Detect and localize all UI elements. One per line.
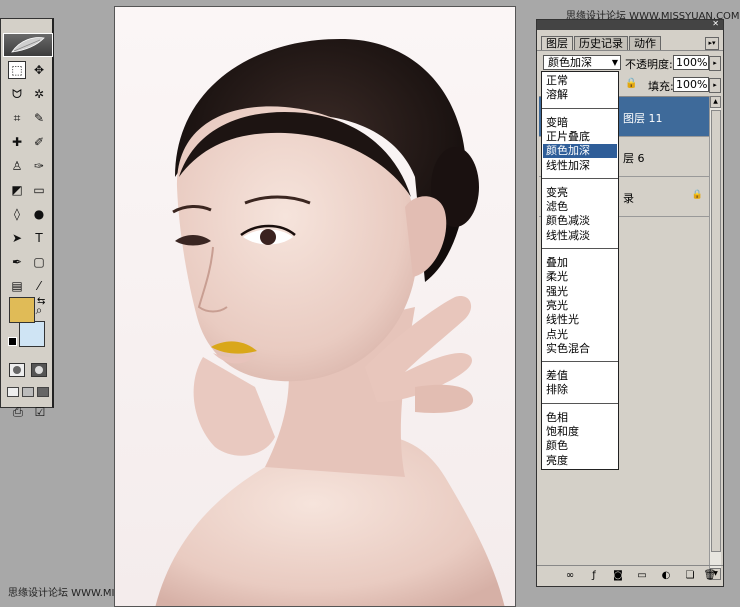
blend-mode-option[interactable]: 亮光 xyxy=(543,299,617,313)
blend-mode-option[interactable]: 亮度 xyxy=(543,454,617,468)
edit-in-imageready-icon[interactable]: ☑ xyxy=(31,403,49,421)
layer-mask-icon[interactable]: ◙ xyxy=(611,569,625,582)
quick-mask-mode-icon[interactable] xyxy=(31,363,47,377)
panel-tabs: 图层 历史记录 动作 xyxy=(541,36,662,51)
fill-label: 填充: xyxy=(648,80,674,93)
opacity-input[interactable]: 100% xyxy=(673,55,709,70)
blend-mode-option[interactable]: 强光 xyxy=(543,285,617,299)
toolbox: ⬚✥ᗢ✲⌗✎✚✐♙✑◩▭◊●➤T✒▢▤⁄✋⌕ ⇆ ⎙ ☑ xyxy=(0,18,54,420)
clone-stamp-tool-icon[interactable]: ♙ xyxy=(8,157,26,175)
blend-mode-option[interactable]: 饱和度 xyxy=(543,425,617,439)
close-icon[interactable]: ✕ xyxy=(712,19,719,28)
blend-mode-option[interactable]: 色相 xyxy=(543,411,617,425)
blend-mode-option[interactable]: 实色混合 xyxy=(543,342,617,356)
lock-all-icon[interactable]: 🔒 xyxy=(625,78,637,89)
blend-mode-option[interactable]: 颜色 xyxy=(543,439,617,453)
blend-mode-select[interactable]: 颜色加深 ▼ xyxy=(543,55,621,70)
scroll-thumb[interactable] xyxy=(711,110,721,552)
panel-titlebar[interactable]: ✕ xyxy=(537,19,723,30)
full-screen-mode-icon[interactable] xyxy=(37,387,49,397)
new-group-icon[interactable]: ▭ xyxy=(635,569,649,582)
layers-scrollbar[interactable]: ▲ ▼ xyxy=(709,96,721,580)
divider xyxy=(537,50,723,51)
blend-mode-option[interactable]: 正片叠底 xyxy=(543,130,617,144)
swap-colors-icon[interactable]: ⇆ xyxy=(37,296,45,307)
layer-name: 录 xyxy=(623,192,634,205)
portrait-photo xyxy=(115,7,515,606)
type-tool-icon[interactable]: T xyxy=(30,229,48,247)
chevron-down-icon: ▼ xyxy=(611,58,618,67)
blend-mode-option[interactable]: 变暗 xyxy=(543,116,617,130)
move-tool-icon[interactable]: ✥ xyxy=(30,61,48,79)
new-layer-icon[interactable]: ❏ xyxy=(683,569,697,582)
blend-mode-value: 颜色加深 xyxy=(548,56,592,69)
photoshop-logo[interactable] xyxy=(3,33,53,57)
panel-menu-button[interactable]: ▸▾ xyxy=(705,37,719,50)
dodge-tool-icon[interactable]: ● xyxy=(30,205,48,223)
standard-screen-mode-icon[interactable] xyxy=(7,387,19,397)
marquee-tool-icon[interactable]: ⬚ xyxy=(8,61,26,79)
blend-mode-option[interactable]: 溶解 xyxy=(543,88,617,102)
brush-tool-icon[interactable]: ✐ xyxy=(30,133,48,151)
blend-mode-option[interactable]: 叠加 xyxy=(543,256,617,270)
pen-tool-icon[interactable]: ✒ xyxy=(8,253,26,271)
blend-mode-option[interactable]: 线性光 xyxy=(543,313,617,327)
blend-mode-option[interactable]: 颜色减淡 xyxy=(543,214,617,228)
notes-tool-icon[interactable]: ▤ xyxy=(8,277,26,295)
magic-wand-tool-icon[interactable]: ✲ xyxy=(30,85,48,103)
tab-history[interactable]: 历史记录 xyxy=(574,36,628,51)
blur-tool-icon[interactable]: ◊ xyxy=(8,205,26,223)
menu-separator xyxy=(542,403,618,404)
blend-mode-option[interactable]: 差值 xyxy=(543,369,617,383)
menu-separator xyxy=(542,178,618,179)
path-selection-tool-icon[interactable]: ➤ xyxy=(8,229,26,247)
eraser-tool-icon[interactable]: ◩ xyxy=(8,181,26,199)
layer-name: 图层 11 xyxy=(623,112,663,125)
standard-mode-icon[interactable] xyxy=(9,363,25,377)
gradient-tool-icon[interactable]: ▭ xyxy=(30,181,48,199)
full-screen-menu-mode-icon[interactable] xyxy=(22,387,34,397)
jump-to-imageready-icon[interactable]: ⎙ xyxy=(9,403,27,421)
opacity-slider-button[interactable]: ▸ xyxy=(709,56,721,71)
fill-input[interactable]: 100% xyxy=(673,77,709,92)
blend-mode-option[interactable]: 变亮 xyxy=(543,186,617,200)
document-canvas[interactable] xyxy=(114,6,516,607)
lasso-tool-icon[interactable]: ᗢ xyxy=(8,85,26,103)
foreground-color-swatch[interactable] xyxy=(9,297,35,323)
blend-mode-option[interactable]: 点光 xyxy=(543,328,617,342)
menu-separator xyxy=(542,361,618,362)
background-color-swatch[interactable] xyxy=(19,321,45,347)
blend-mode-option[interactable]: 柔光 xyxy=(543,270,617,284)
lock-icon: 🔒 xyxy=(691,190,703,200)
blend-mode-option[interactable]: 滤色 xyxy=(543,200,617,214)
layer-name: 层 6 xyxy=(623,152,645,165)
fill-slider-button[interactable]: ▸ xyxy=(709,78,721,93)
link-layers-icon[interactable]: ∞ xyxy=(563,569,577,582)
blend-mode-option[interactable]: 线性减淡 xyxy=(543,229,617,243)
blend-mode-dropdown: 正常 溶解变暗 正片叠底 颜色加深 线性加深变亮 滤色 颜色减淡 线性减淡叠加 柔光 强光 亮光 线性… xyxy=(541,71,619,470)
delete-layer-icon[interactable]: 🗑 xyxy=(703,569,717,582)
default-colors-icon[interactable] xyxy=(8,337,17,346)
healing-brush-tool-icon[interactable]: ✚ xyxy=(8,133,26,151)
scroll-up-icon[interactable]: ▲ xyxy=(710,96,721,108)
menu-separator xyxy=(542,108,618,109)
feather-icon xyxy=(11,37,45,53)
tab-actions[interactable]: 动作 xyxy=(629,36,661,51)
blend-mode-option[interactable]: 颜色加深 xyxy=(543,144,617,158)
tab-layers[interactable]: 图层 xyxy=(541,36,573,51)
history-brush-tool-icon[interactable]: ✑ xyxy=(30,157,48,175)
layer-style-icon[interactable]: ƒ xyxy=(587,569,601,582)
layers-footer: ∞ ƒ ◙ ▭ ◐ ❏ 🗑 xyxy=(537,565,723,586)
menu-separator xyxy=(542,248,618,249)
blend-mode-option[interactable]: 排除 xyxy=(543,383,617,397)
slice-tool-icon[interactable]: ✎ xyxy=(30,109,48,127)
opacity-label: 不透明度: xyxy=(625,58,673,71)
crop-tool-icon[interactable]: ⌗ xyxy=(8,109,26,127)
blend-mode-option[interactable]: 正常 xyxy=(543,74,617,88)
eyedropper-tool-icon[interactable]: ⁄ xyxy=(30,277,48,295)
blend-mode-option[interactable]: 线性加深 xyxy=(543,159,617,173)
shape-tool-icon[interactable]: ▢ xyxy=(30,253,48,271)
adjustment-layer-icon[interactable]: ◐ xyxy=(659,569,673,582)
